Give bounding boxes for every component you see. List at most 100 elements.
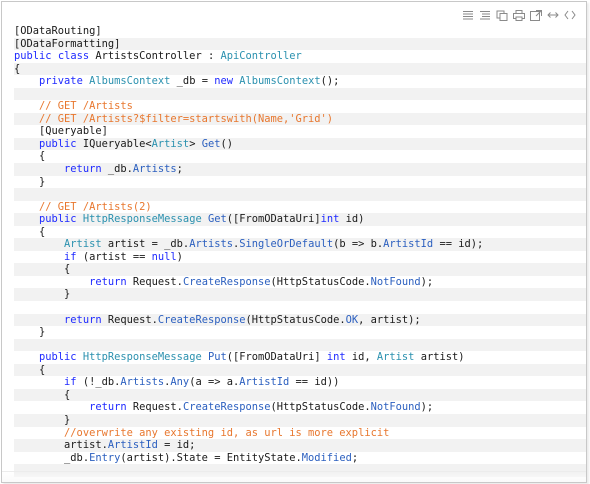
code-line: public HttpResponseMessage Get ([FromODat… — [14, 213, 586, 226]
code-line — [14, 87, 586, 101]
print-icon[interactable] — [513, 9, 525, 21]
code-token-plain: (!_db. — [76, 376, 121, 389]
code-token-plain: > — [189, 137, 202, 150]
code-token-method: SingleOrDefault — [239, 238, 334, 251]
code-line: [Queryable] — [14, 125, 586, 138]
code-token-plain: , artist); — [358, 313, 421, 326]
code-token-method: Any — [170, 376, 190, 389]
code-token-type: HttpResponseMessage — [82, 213, 202, 226]
code-token-plain: artist = _db. — [101, 238, 190, 251]
code-token-plain: ArtistsController : — [89, 50, 221, 63]
code-token-plain: () — [220, 137, 234, 150]
code-line: if (!_db. Artists. Any (a => a. ArtistId == … — [14, 376, 586, 389]
code-token-keyword: return — [64, 313, 102, 326]
code-token-plain: { — [14, 150, 46, 163]
code-line: private AlbumsContext _db = new AlbumsCo… — [14, 75, 586, 88]
code-token-plain: } — [14, 288, 71, 301]
code-token-plain: == id); — [433, 238, 484, 251]
code-token-type: HttpResponseMessage — [82, 351, 202, 364]
code-token-comment: //overwrite any existing id, as url is m… — [64, 426, 390, 439]
code-token-comment: // GET /Artists — [39, 100, 133, 113]
code-token-plain: (artist).State = EntityState. — [120, 451, 302, 464]
code-line: Artist artist = _db. Artists. SingleOrDefa… — [14, 238, 586, 251]
code-block-frame: [ODataRouting] [ODataFormatting] public cl… — [1, 1, 587, 483]
code-token-plain: _db. — [101, 163, 133, 176]
code-line — [14, 338, 586, 352]
code-token-method: Modified — [301, 451, 352, 464]
code-line: return _db. Artists; — [14, 163, 586, 176]
code-token-plain: [Queryable] — [14, 125, 108, 138]
code-line: return Request. CreateResponse (HttpStatus… — [14, 313, 586, 327]
code-line: [ODataFormatting] — [14, 37, 586, 51]
code-token-keyword: public — [14, 50, 52, 63]
code-token-type: Artist — [376, 351, 415, 364]
code-line: } — [14, 176, 586, 189]
code-token-method: Artists — [132, 163, 177, 176]
code-token-plain: [ODataRouting] — [14, 25, 102, 37]
code-token-keyword: return — [64, 163, 102, 176]
code-token-plain: (HttpStatusCode. — [270, 401, 371, 414]
code-line: _db. Entry (artist).State = EntityState. Mo… — [14, 452, 586, 465]
code-token-type: Artist — [64, 238, 102, 251]
code-token-plain: ([FromODataUri] — [226, 351, 327, 364]
code-token-method: OK — [345, 313, 359, 326]
code-token-plain: (a => a. — [189, 376, 240, 389]
scroll-fade — [2, 471, 586, 482]
code-token-method: Put — [207, 351, 227, 364]
code-token-plain: ([FromODataUri] — [226, 213, 321, 226]
code-token-method: NotFound — [370, 401, 421, 414]
code-token-keyword: public — [39, 213, 77, 226]
code-token-plain: } — [14, 326, 46, 339]
code-line: public HttpResponseMessage Put ([FromODat… — [14, 351, 586, 364]
popup-icon[interactable] — [530, 9, 542, 21]
code-line: } — [14, 288, 586, 302]
code-token-plain: { — [14, 363, 46, 376]
code-token-keyword: int — [320, 213, 340, 226]
code-token-plain: ; — [351, 451, 359, 464]
code-icon[interactable] — [564, 9, 576, 21]
code-line: { — [14, 150, 586, 163]
code-line: public IQueryable< Artist > Get() — [14, 137, 586, 151]
code-token-method: ArtistId — [239, 376, 290, 389]
code-line: } — [14, 326, 586, 339]
code-token-method: Artists — [120, 376, 165, 389]
code-line: [ODataRouting] — [14, 25, 586, 38]
code-line: { — [14, 363, 586, 377]
code-line: // GET /Artists — [14, 100, 586, 113]
code-line: { — [14, 388, 586, 402]
copy-icon[interactable] — [479, 9, 491, 21]
code-line: { — [14, 263, 586, 276]
code-token-method: CreateResponse — [157, 313, 246, 326]
code-line: return Request. CreateResponse (HttpStatus… — [14, 276, 586, 289]
copy-to-clipboard-icon[interactable] — [496, 9, 508, 21]
code-token-plain: id, — [345, 351, 377, 364]
code-token-method: Get — [201, 137, 221, 150]
code-token-keyword: private — [39, 75, 83, 88]
code-token-plain: id) — [339, 213, 365, 226]
code-token-plain: (HttpStatusCode. — [270, 275, 371, 288]
code-token-plain: == id)) — [289, 376, 340, 389]
code-line: if (artist == null) — [14, 251, 586, 264]
code-token-method: Entry — [89, 451, 121, 464]
code-token-keyword: public — [39, 351, 77, 364]
code-token-keyword: null — [151, 250, 177, 263]
expand-icon[interactable] — [547, 9, 559, 21]
code-token-plain: ) — [176, 250, 183, 263]
code-line: { — [14, 226, 586, 239]
code-token-plain: { — [14, 388, 71, 401]
code-line — [14, 188, 586, 201]
view-source-icon[interactable] — [462, 9, 474, 21]
code-token-type: AlbumsContext — [239, 75, 321, 88]
code-token-plain: { — [14, 225, 46, 238]
code-token-type: Artist — [151, 137, 190, 150]
code-line: // GET /Artists(2) — [14, 201, 586, 214]
code-line: return Request. CreateResponse (HttpStatus… — [14, 401, 586, 414]
code-token-plain: } — [14, 175, 46, 188]
